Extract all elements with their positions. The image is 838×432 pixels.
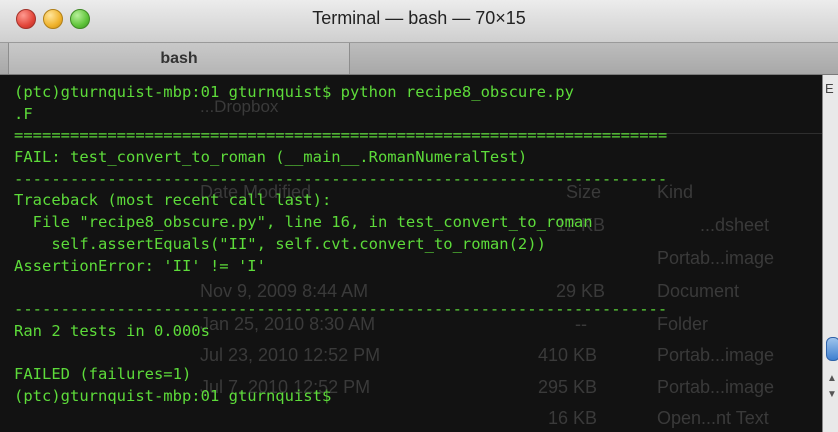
terminal-line: self.assertEquals("II", self.cvt.convert… xyxy=(14,234,546,253)
edge-letter: E xyxy=(825,81,834,96)
background-row-kind: Open...nt Text xyxy=(657,408,769,428)
scroll-down-arrow-icon[interactable]: ▼ xyxy=(827,389,837,400)
terminal-line: (ptc)gturnquist-mbp:01 gturnquist$ pytho… xyxy=(14,83,574,101)
terminal-line: .F xyxy=(14,104,33,123)
window-title: Terminal — bash — 70×15 xyxy=(312,8,526,28)
terminal-line: FAILED (failures=1) xyxy=(14,364,192,383)
terminal-line: ----------------------------------------… xyxy=(14,299,668,318)
terminal-line: ----------------------------------------… xyxy=(14,169,668,188)
terminal-line: Ran 2 tests in 0.000s xyxy=(14,321,210,340)
terminal-line: FAIL: test_convert_to_roman (__main__.Ro… xyxy=(14,148,528,167)
terminal-line: Traceback (most recent call last): xyxy=(14,191,332,210)
terminal-line: File "recipe8_obscure.py", line 16, in t… xyxy=(14,213,593,232)
terminal-line: ========================================… xyxy=(14,126,668,145)
terminal-prompt: (ptc)gturnquist-mbp:01 gturnquist$ xyxy=(14,386,332,405)
tab-bar: bash xyxy=(0,43,838,75)
tab-bash[interactable]: bash xyxy=(8,43,350,74)
terminal-view[interactable]: ...Dropbox Date Modified Size Kind 12 KB… xyxy=(0,75,822,432)
scrollbar-thumb[interactable] xyxy=(826,337,838,361)
terminal-output: (ptc)gturnquist-mbp:01 gturnquist$ pytho… xyxy=(14,82,822,407)
background-row-size: 16 KB xyxy=(548,408,598,428)
title-bar: Terminal — bash — 70×15 xyxy=(0,0,838,43)
terminal-line: AssertionError: 'II' != 'I' xyxy=(14,256,266,275)
scroll-up-arrow-icon[interactable]: ▲ xyxy=(827,373,837,384)
background-window-edge: E ▲ ▼ xyxy=(822,75,838,432)
